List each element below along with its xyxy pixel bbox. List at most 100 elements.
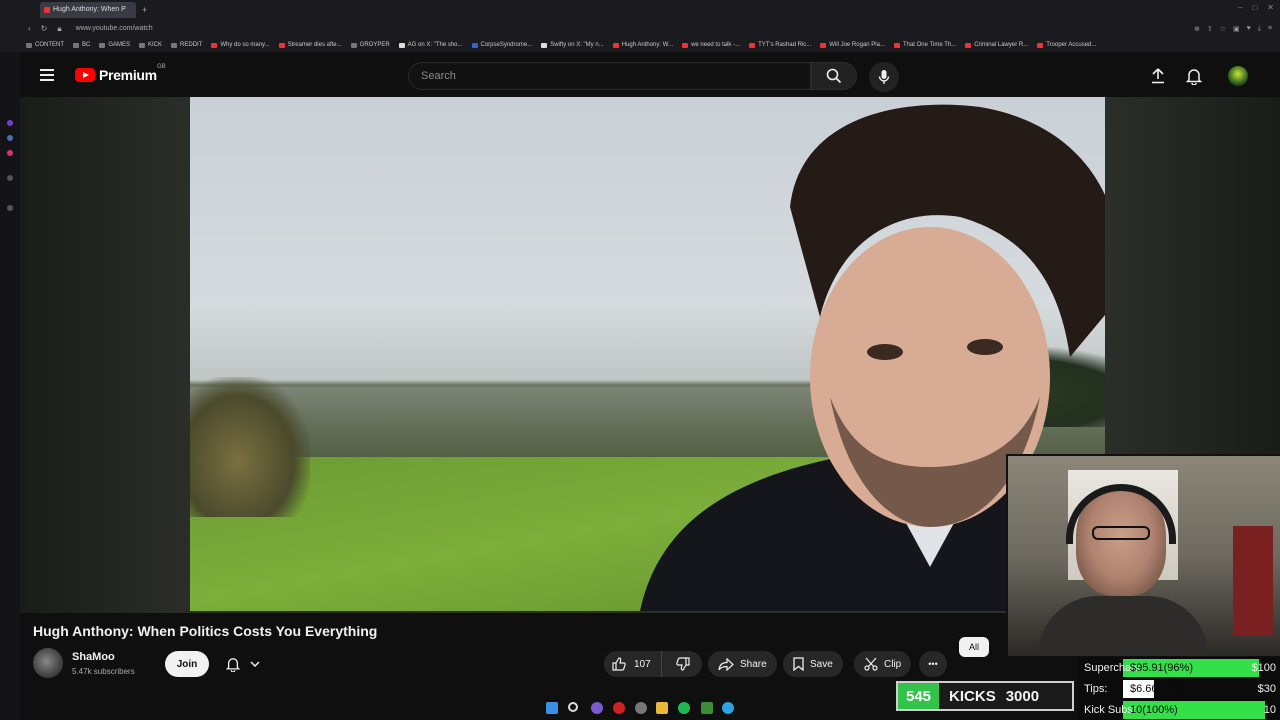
subscriber-count: 5.47k subscribers (72, 667, 135, 676)
bookmark-item[interactable]: GROYPER (350, 42, 390, 48)
like-button[interactable]: 107 (604, 651, 662, 677)
file-explorer-icon[interactable] (656, 702, 668, 714)
goal-target: $30 (1257, 683, 1276, 695)
bookmark-item[interactable]: That One Time Th... (893, 42, 956, 48)
goal-target: $100 (1251, 662, 1276, 674)
bookmark-item[interactable]: we need to talk -... (682, 42, 740, 48)
youtube-header: Premium GB Search (20, 52, 1280, 98)
url-field[interactable]: www.youtube.com/watch (76, 25, 153, 32)
goal-label: Tips: (1084, 683, 1108, 695)
join-button[interactable]: Join (165, 651, 209, 677)
share-icon[interactable]: ⇧ (1207, 25, 1213, 33)
lock-icon: 🔒︎ (57, 23, 62, 33)
bookmarks-bar: CONTENT BC GAMES KICK REDDIT Why do so m… (0, 38, 1280, 52)
bookmark-item[interactable]: TYT's Rashad Ric... (749, 42, 811, 48)
bookmark-item[interactable]: REDDIT (171, 42, 202, 48)
save-button[interactable]: Save (783, 651, 843, 677)
bookmark-item[interactable]: Swifty on X: "My n... (541, 42, 604, 48)
upload-icon (1152, 68, 1164, 84)
bookmark-item[interactable]: Streamer dies afte... (278, 42, 342, 48)
spotify-icon[interactable] (678, 702, 690, 714)
close-icon[interactable]: ✕ (1267, 3, 1274, 12)
bookmark-item[interactable]: BC (73, 42, 90, 48)
search-input[interactable]: Search (408, 62, 811, 90)
zoom-icon[interactable]: ⊕ (1194, 25, 1200, 33)
video-frame-trees-left (190, 377, 310, 517)
sidebar-app-icon[interactable] (7, 120, 13, 126)
bookmark-item[interactable]: KICK (139, 42, 162, 48)
search-icon (826, 68, 842, 84)
new-tab-icon[interactable]: + (142, 5, 147, 15)
webcam-curtain (1233, 526, 1273, 636)
like-count: 107 (634, 658, 651, 670)
channel-name[interactable]: ShaMoo (72, 651, 115, 663)
telegram-icon[interactable] (722, 702, 734, 714)
account-avatar[interactable] (1228, 66, 1248, 86)
goal-value: $6.66(22%) (1130, 683, 1187, 695)
subscription-bell-button[interactable] (216, 651, 270, 677)
bookmark-item[interactable]: Will Joe Rogan Pla... (820, 42, 885, 48)
browser-sidebar (0, 0, 20, 720)
search-button[interactable] (811, 62, 857, 90)
goal-value: $95.91(96%) (1130, 662, 1193, 674)
bookmark-item[interactable]: CorpseSyndrome... (471, 42, 532, 48)
settings-icon[interactable] (7, 205, 13, 211)
extensions-icon[interactable]: ▣ (1233, 25, 1240, 33)
webcam-overlay (1006, 454, 1280, 656)
back-icon[interactable]: ‹ (28, 24, 31, 34)
xbox-icon[interactable] (701, 702, 713, 714)
taskbar-search-icon[interactable] (568, 702, 578, 712)
reload-icon[interactable]: ↻ (41, 24, 48, 34)
download-icon[interactable]: ⤓ (1258, 25, 1261, 33)
youtube-premium-logo[interactable]: Premium GB (75, 64, 166, 83)
menu-icon[interactable]: ≡ (1268, 25, 1272, 33)
bookmark-item[interactable]: AG on X: "The sho... (398, 42, 463, 48)
goal-row: Tips: $6.66(22%) $30 (1078, 679, 1280, 699)
goal-row: Superchats $95.91(96%) $100 (1078, 658, 1280, 678)
upload-button[interactable] (1148, 66, 1168, 86)
notifications-button[interactable] (1184, 66, 1204, 86)
history-icon[interactable] (7, 175, 13, 181)
chip-all[interactable]: All (959, 637, 989, 657)
clip-button[interactable]: Clip (854, 651, 912, 677)
address-bar: ‹ ↻ 🔒︎ www.youtube.com/watch ⊕ ⇧ ☆ ▣ ♥ ⤓… (0, 19, 1280, 38)
video-player[interactable] (190, 97, 1105, 611)
thumbs-down-icon (675, 657, 690, 671)
minimize-icon[interactable]: – (1238, 3, 1242, 12)
chrome-icon[interactable] (635, 702, 647, 714)
bookmark-item[interactable]: Hugh Anthony: W... (612, 42, 673, 48)
bookmark-icon[interactable]: ☆ (1220, 25, 1226, 33)
channel-avatar[interactable] (33, 648, 63, 678)
screen: Hugh Anthony: When P + – □ ✕ ‹ ↻ 🔒︎ www.… (0, 0, 1280, 720)
heart-icon[interactable]: ♥ (1247, 25, 1251, 33)
tab-youtube[interactable]: Hugh Anthony: When P (40, 1, 136, 18)
hamburger-menu-icon[interactable] (40, 69, 54, 81)
messenger-icon[interactable] (7, 135, 13, 141)
tab-bar: Hugh Anthony: When P + – □ ✕ (0, 0, 1280, 19)
opera-icon[interactable] (613, 702, 625, 714)
more-actions-button[interactable]: ••• (919, 651, 947, 677)
window-controls: – □ ✕ (1238, 3, 1274, 12)
maximize-icon[interactable]: □ (1252, 3, 1257, 12)
share-button[interactable]: Share (708, 651, 777, 677)
save-icon (793, 657, 804, 671)
instagram-icon[interactable] (7, 150, 13, 156)
youtube-favicon-icon (44, 6, 50, 13)
bookmark-item[interactable]: CONTENT (26, 42, 64, 48)
bookmark-item[interactable]: Why do so many... (211, 42, 270, 48)
video-title: Hugh Anthony: When Politics Costs You Ev… (33, 623, 378, 639)
dislike-button[interactable] (668, 657, 690, 671)
nav-buttons: ‹ ↻ 🔒︎ (28, 24, 62, 34)
like-dislike-group: 107 (604, 651, 702, 677)
voice-search-button[interactable] (869, 62, 899, 92)
bookmark-item[interactable]: Trooper Accused... (1037, 42, 1096, 48)
bell-icon (1186, 68, 1202, 85)
thumbs-up-icon (612, 657, 626, 671)
app-icon[interactable] (591, 702, 603, 714)
taskbar (0, 697, 1280, 720)
share-icon (718, 657, 734, 671)
bookmark-item[interactable]: GAMES (99, 42, 130, 48)
browser-toolbar: ⊕ ⇧ ☆ ▣ ♥ ⤓ ≡ (1194, 25, 1272, 33)
windows-start-icon[interactable] (546, 702, 558, 714)
bookmark-item[interactable]: Criminal Lawyer R... (965, 42, 1028, 48)
